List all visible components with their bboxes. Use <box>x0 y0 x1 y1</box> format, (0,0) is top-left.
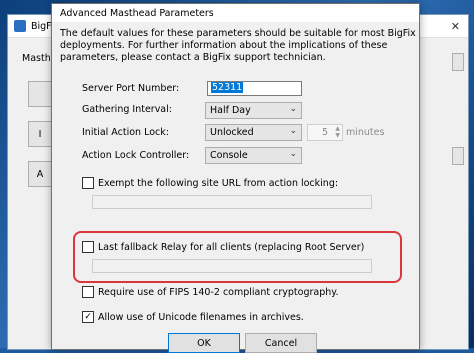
initial-action-lock-label: Initial Action Lock: <box>82 127 169 138</box>
dialog-titlebar: Advanced Masthead Parameters <box>52 4 419 22</box>
exempt-url-label: Exempt the following site URL from actio… <box>98 177 339 189</box>
action-lock-controller-label: Action Lock Controller: <box>82 150 190 161</box>
minutes-unit-label: minutes <box>346 127 385 138</box>
server-port-input[interactable]: 52311 <box>207 81 302 96</box>
unicode-label: Allow use of Unicode filenames in archiv… <box>98 311 304 323</box>
gathering-interval-select[interactable]: Half Day ⌄ <box>205 102 302 119</box>
exempt-url-row[interactable]: Exempt the following site URL from actio… <box>82 177 338 189</box>
unicode-row[interactable]: ✓ Allow use of Unicode filenames in arch… <box>82 311 304 323</box>
action-lock-controller-select[interactable]: Console ⌄ <box>205 147 302 164</box>
highlight-annotation <box>73 231 402 283</box>
spinner-arrows-icon[interactable]: ▲ ▼ <box>335 125 340 139</box>
server-port-value: 52311 <box>211 82 244 93</box>
intro-text: The default values for these parameters … <box>60 28 416 63</box>
chevron-down-icon: ⌄ <box>289 149 297 159</box>
gathering-interval-value: Half Day <box>210 105 251 116</box>
advanced-masthead-dialog: Advanced Masthead Parameters The default… <box>51 3 420 353</box>
cancel-button[interactable]: Cancel <box>245 333 317 353</box>
action-lock-controller-value: Console <box>210 150 248 161</box>
last-fallback-relay-input[interactable] <box>92 259 372 273</box>
exempt-url-checkbox[interactable] <box>82 177 94 189</box>
minutes-value: 5 <box>321 127 328 138</box>
last-fallback-relay-label: Last fallback Relay for all clients (rep… <box>98 241 365 253</box>
ok-button[interactable]: OK <box>168 333 240 353</box>
fips-row[interactable]: Require use of FIPS 140-2 compliant cryp… <box>82 286 339 298</box>
dialog-body: The default values for these parameters … <box>52 22 419 353</box>
exempt-url-input[interactable] <box>92 195 372 209</box>
server-port-label: Server Port Number: <box>82 83 180 94</box>
background-button-2[interactable]: I <box>28 121 52 147</box>
gathering-interval-label: Gathering Interval: <box>82 104 172 115</box>
background-right-control-2[interactable] <box>452 147 464 165</box>
initial-action-lock-value: Unlocked <box>210 127 254 138</box>
background-button-3[interactable]: A <box>28 161 52 187</box>
dialog-title: Advanced Masthead Parameters <box>60 7 214 19</box>
bigfix-app-icon <box>14 20 26 32</box>
minutes-spinner[interactable]: 5 ▲ ▼ <box>307 124 343 141</box>
unicode-checkbox[interactable]: ✓ <box>82 311 94 323</box>
background-close-icon[interactable]: ✕ <box>451 20 460 33</box>
check-icon: ✓ <box>84 312 92 322</box>
last-fallback-relay-checkbox[interactable] <box>82 241 94 253</box>
last-fallback-relay-row[interactable]: Last fallback Relay for all clients (rep… <box>82 241 364 253</box>
chevron-down-icon: ⌄ <box>289 104 297 114</box>
initial-action-lock-select[interactable]: Unlocked ⌄ <box>205 124 302 141</box>
chevron-down-icon: ⌄ <box>289 126 297 136</box>
background-right-control-1[interactable] <box>452 53 464 71</box>
background-button-1[interactable] <box>28 81 52 107</box>
fips-label: Require use of FIPS 140-2 compliant cryp… <box>98 286 339 298</box>
fips-checkbox[interactable] <box>82 286 94 298</box>
